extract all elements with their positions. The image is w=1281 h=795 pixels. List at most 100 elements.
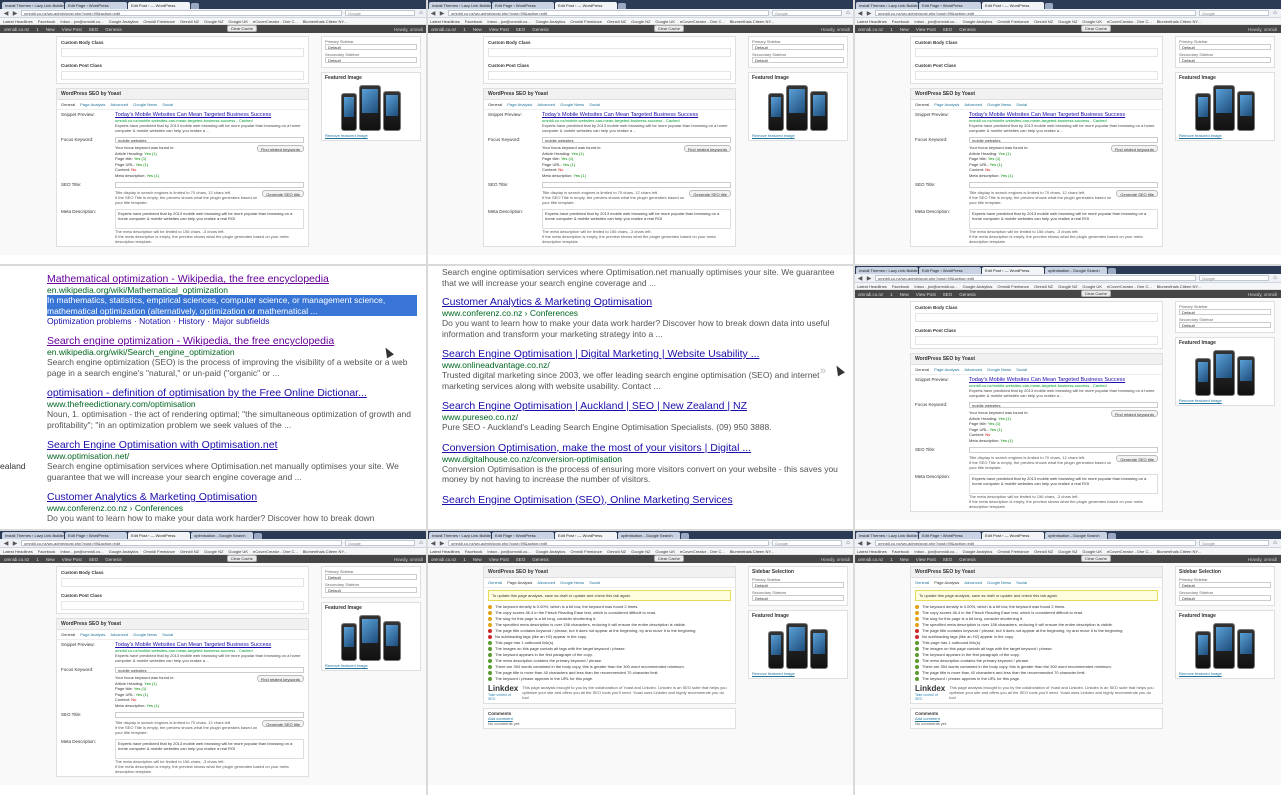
seo-title-input[interactable]: [969, 182, 1158, 188]
browser-tab[interactable]: optimisation - Google Search: [191, 532, 253, 539]
bookmark[interactable]: Facebook: [465, 549, 483, 554]
home-icon[interactable]: ⌂: [845, 10, 851, 16]
bookmark[interactable]: eCoverCreator - One C...: [680, 19, 725, 24]
admin-bar-updates[interactable]: 1: [463, 27, 466, 32]
tab-google-news[interactable]: Google News: [987, 367, 1011, 372]
admin-bar-seo[interactable]: SEO: [516, 557, 526, 562]
bookmark[interactable]: Google Analytics: [109, 19, 139, 24]
yoast-box-title[interactable]: WordPress SEO by Yoast: [911, 89, 1162, 100]
new-tab-button[interactable]: [191, 3, 199, 9]
focus-keyword-input[interactable]: mobile websites: [969, 402, 1158, 408]
back-icon[interactable]: ◀: [857, 10, 863, 17]
bookmark[interactable]: Facebook: [38, 19, 56, 24]
bookmark[interactable]: Latest Headlines: [857, 549, 887, 554]
result-title[interactable]: Search Engine Optimisation | Digital Mar…: [442, 348, 844, 360]
bookmark[interactable]: Omnidi Freelance: [570, 549, 602, 554]
remove-featured-image-link[interactable]: Remove featured image: [1179, 133, 1271, 138]
featured-image[interactable]: [752, 621, 844, 669]
bookmark[interactable]: Inbox - jon@omnidi.co...: [60, 19, 103, 24]
result-title[interactable]: Customer Analytics & Marketing Optimisat…: [47, 491, 417, 503]
admin-bar-seo[interactable]: SEO: [943, 557, 953, 562]
admin-bar-new[interactable]: New: [900, 557, 909, 562]
custom-post-class-input[interactable]: [488, 71, 731, 80]
url-input[interactable]: omnidi.co.nz/wp-admin/post.php?post=99&a…: [875, 275, 1196, 281]
bookmark[interactable]: Omnidi Freelance: [997, 549, 1029, 554]
admin-bar-greeting[interactable]: Howdy, omnidi: [394, 557, 423, 562]
result-sublinks[interactable]: Optimization problems · Notation · Histo…: [47, 316, 417, 326]
featured-image[interactable]: [325, 83, 417, 131]
yoast-box-title[interactable]: WordPress SEO by Yoast: [911, 567, 1162, 578]
secondary-sidebar-select[interactable]: Default: [752, 57, 844, 63]
browser-tab[interactable]: Install Themes ‹ Lazy Link Building ›: [429, 2, 491, 9]
seo-title-input[interactable]: [542, 182, 731, 188]
forward-icon[interactable]: ▶: [439, 10, 445, 17]
focus-keyword-input[interactable]: mobile websites: [542, 137, 731, 143]
bookmark[interactable]: Latest Headlines: [857, 284, 887, 289]
admin-bar-seo[interactable]: SEO: [89, 27, 99, 32]
tab-page-analysis[interactable]: Page Analysis: [934, 102, 959, 107]
bookmark[interactable]: Google Analytics: [963, 19, 993, 24]
bookmark[interactable]: eCoverCreator - One C...: [1107, 549, 1152, 554]
meta-description-textarea[interactable]: Experts have predicted that by 2013 mobi…: [542, 209, 731, 229]
yoast-box-title[interactable]: WordPress SEO by Yoast: [57, 619, 308, 630]
linkdex-logo[interactable]: Linkdex: [915, 684, 945, 693]
custom-post-class-input[interactable]: [915, 336, 1158, 345]
tab-general[interactable]: General: [61, 102, 75, 107]
primary-sidebar-select[interactable]: Default: [1179, 309, 1271, 315]
bookmark[interactable]: Facebook: [892, 284, 910, 289]
search-input[interactable]: Google: [1199, 10, 1269, 16]
bookmark[interactable]: eCoverCreator - One C...: [1107, 284, 1152, 289]
back-icon[interactable]: ◀: [430, 540, 436, 547]
find-related-keywords-button[interactable]: Find related keywords: [1110, 145, 1158, 152]
admin-bar-seo[interactable]: SEO: [516, 27, 526, 32]
tab-advanced[interactable]: Advanced: [964, 102, 982, 107]
secondary-sidebar-select[interactable]: Default: [1179, 595, 1271, 601]
admin-bar-updates[interactable]: 1: [890, 292, 893, 297]
admin-bar-site[interactable]: omnidi.co.nz: [4, 557, 29, 562]
tab-google-news[interactable]: Google News: [987, 102, 1011, 107]
admin-bar-new[interactable]: New: [473, 557, 482, 562]
browser-tab-active[interactable]: Edit Post ‹ — WordPress: [555, 2, 617, 9]
admin-bar-view-post[interactable]: View Post: [916, 292, 936, 297]
tab-page-analysis[interactable]: Page Analysis: [80, 102, 105, 107]
focus-keyword-input[interactable]: mobile websites: [969, 137, 1158, 143]
bookmark[interactable]: Google UK: [655, 19, 675, 24]
admin-bar-greeting[interactable]: Howdy, omnidi: [821, 557, 850, 562]
remove-featured-image-link[interactable]: Remove featured image: [1179, 398, 1271, 403]
home-icon[interactable]: ⌂: [1272, 275, 1278, 281]
focus-keyword-input[interactable]: mobile websites: [115, 137, 304, 143]
bookmark[interactable]: Google NZ: [1058, 549, 1077, 554]
remove-featured-image-link[interactable]: Remove featured image: [325, 663, 417, 668]
meta-description-textarea[interactable]: Experts have predicted that by 2013 mobi…: [115, 209, 304, 229]
bookmark[interactable]: eCoverCreator - One C...: [253, 19, 298, 24]
tab-advanced[interactable]: Advanced: [110, 102, 128, 107]
bookmark[interactable]: Google Analytics: [963, 549, 993, 554]
bookmark[interactable]: Inbox - jon@omnidi.co...: [487, 549, 530, 554]
bookmark[interactable]: Google Analytics: [109, 549, 139, 554]
tab-google-news[interactable]: Google News: [133, 102, 157, 107]
bookmark[interactable]: Google NZ: [1058, 284, 1077, 289]
browser-tab-active[interactable]: Edit Post ‹ — WordPress: [982, 267, 1044, 274]
meta-description-textarea[interactable]: Experts have predicted that by 2013 mobi…: [115, 739, 304, 759]
admin-bar-greeting[interactable]: Howdy, omnidi: [1248, 27, 1277, 32]
yoast-box-title[interactable]: WordPress SEO by Yoast: [911, 354, 1162, 365]
custom-body-class-input[interactable]: [915, 48, 1158, 57]
search-input[interactable]: Google: [345, 540, 415, 546]
new-tab-button[interactable]: [1108, 533, 1116, 539]
secondary-sidebar-select[interactable]: Default: [1179, 57, 1271, 63]
find-related-keywords-button[interactable]: Find related keywords: [1110, 410, 1158, 417]
bookmark[interactable]: Latest Headlines: [857, 19, 887, 24]
browser-tab[interactable]: Install Themes ‹ Lazy Link Building ›: [856, 2, 918, 9]
bookmark[interactable]: Latest Headlines: [430, 19, 460, 24]
primary-sidebar-select[interactable]: Default: [1179, 44, 1271, 50]
admin-bar-view-post[interactable]: View Post: [489, 557, 509, 562]
home-icon[interactable]: ⌂: [418, 10, 424, 16]
result-title[interactable]: Search Engine Optimisation with Optimisa…: [47, 439, 417, 451]
meta-description-textarea[interactable]: Experts have predicted that by 2013 mobi…: [969, 209, 1158, 229]
tab-social[interactable]: Social: [162, 102, 173, 107]
bookmark[interactable]: Google NZ: [631, 19, 650, 24]
tab-page-analysis[interactable]: Page Analysis: [507, 580, 532, 585]
forward-icon[interactable]: ▶: [866, 540, 872, 547]
bookmark[interactable]: Latest Headlines: [3, 19, 33, 24]
bookmark[interactable]: Omnidi NZ: [1034, 549, 1053, 554]
